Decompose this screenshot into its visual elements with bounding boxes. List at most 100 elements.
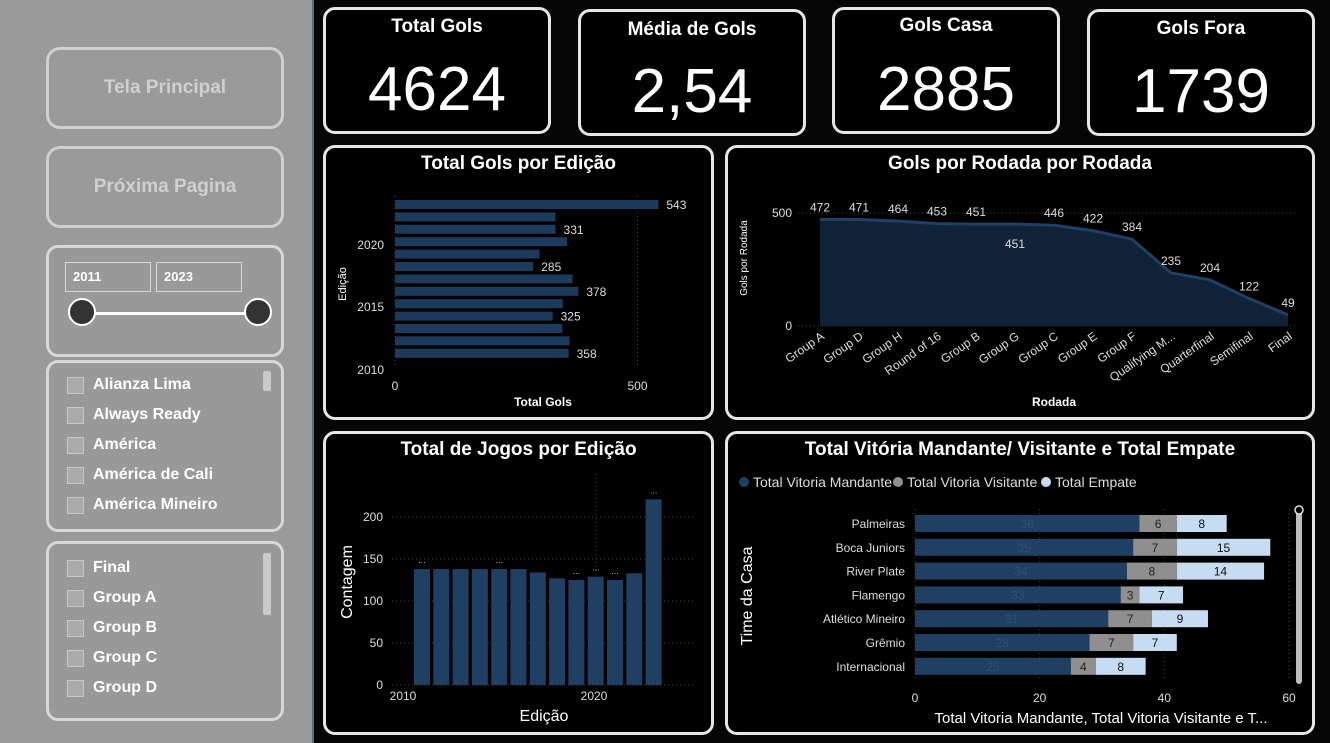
data-label: 25 — [986, 660, 1000, 674]
bar — [395, 200, 659, 209]
bar — [395, 299, 563, 309]
kpi-value: 4624 — [368, 55, 506, 124]
checkbox-icon[interactable] — [67, 589, 84, 607]
data-label: 285 — [541, 260, 561, 274]
data-label: 384 — [1122, 220, 1142, 234]
data-label: 6 — [1155, 517, 1162, 531]
category-label: River Plate — [846, 565, 905, 579]
tick-label: Final — [1265, 329, 1294, 355]
checkbox-icon[interactable] — [67, 496, 84, 514]
data-label: 235 — [1161, 254, 1181, 268]
data-label: 446 — [1044, 206, 1064, 220]
data-label: 7 — [1152, 541, 1159, 555]
tick-label: Group B — [938, 329, 983, 366]
range-end-input[interactable]: 2023 — [156, 262, 242, 292]
data-label: 451 — [1005, 237, 1025, 251]
tick-label: 2020 — [357, 238, 384, 252]
chart-scrollbar[interactable] — [1296, 508, 1302, 684]
legend-label: Total Vitoria Visitante — [907, 474, 1037, 490]
data-label: 31 — [1005, 612, 1019, 626]
round-filter-item[interactable]: Group A — [67, 589, 156, 607]
data-label: 325 — [561, 310, 581, 324]
data-label: ... — [418, 555, 426, 565]
team-filter-item[interactable]: Alianza Lima — [67, 376, 191, 394]
legend-marker-icon — [893, 477, 903, 487]
axis-label: Edição — [337, 267, 349, 301]
data-label: 33 — [1011, 588, 1025, 602]
main-screen-button[interactable]: Tela Principal — [46, 47, 284, 129]
round-filter-label: Group A — [93, 589, 157, 606]
range-start-input[interactable]: 2011 — [65, 262, 151, 292]
chart-gols-por-rodada: Gols por Rodada por Rodada 472 471 464 453 4… — [725, 145, 1315, 420]
kpi-value: 2,54 — [631, 57, 753, 126]
team-filter-label: Always Ready — [93, 406, 201, 423]
team-slicer-scrollbar[interactable] — [263, 371, 271, 391]
checkbox-icon[interactable] — [67, 619, 84, 637]
checkbox-icon[interactable] — [67, 436, 84, 454]
range-slider-end-handle[interactable] — [244, 298, 272, 326]
next-page-button[interactable]: Próxima Pagina — [46, 146, 284, 228]
kpi-title: Média de Gols — [627, 19, 757, 40]
data-label: 4 — [1080, 660, 1087, 674]
data-label: 8 — [1117, 660, 1124, 674]
tick-label: 40 — [1158, 691, 1172, 705]
legend-marker-icon — [1041, 477, 1051, 487]
team-filter-item[interactable]: Always Ready — [67, 406, 201, 424]
data-label: 453 — [927, 205, 947, 219]
checkbox-icon[interactable] — [67, 466, 84, 484]
tick-label: 500 — [772, 206, 792, 220]
bar — [395, 311, 553, 321]
range-slider-start-handle[interactable] — [68, 298, 96, 326]
round-slicer-scrollbar[interactable] — [263, 553, 271, 615]
data-label: 378 — [586, 285, 606, 299]
axis-label: Total Vitoria Mandante, Total Vitoria Vi… — [935, 710, 1268, 727]
round-filter-item[interactable]: Final — [67, 559, 130, 577]
kpi-title: Total Gols — [391, 16, 483, 37]
bar — [395, 224, 556, 234]
chart-vitorias-empates: Total Vitória Mandante/ Visitante e Tota… — [725, 431, 1315, 735]
chart-gols-por-edicao: Total Gols por Edição 543 331 285 378 325 358… — [323, 145, 714, 420]
data-label: 15 — [1217, 541, 1231, 555]
kpi-title: Gols Fora — [1156, 18, 1246, 39]
bar — [529, 572, 546, 685]
data-label: ... — [495, 555, 503, 565]
bar — [395, 336, 570, 346]
round-filter-item[interactable]: Group C — [67, 649, 157, 667]
checkbox-icon[interactable] — [67, 649, 84, 667]
data-label: 331 — [564, 223, 584, 237]
team-filter-item[interactable]: América Mineiro — [67, 496, 217, 514]
checkbox-icon[interactable] — [67, 376, 84, 394]
tick-label: 0 — [785, 319, 792, 333]
bar — [549, 578, 566, 685]
round-filter-item[interactable]: Group D — [67, 679, 157, 697]
bar — [395, 237, 568, 247]
data-label: 9 — [1177, 612, 1184, 626]
data-label: 204 — [1200, 261, 1220, 275]
tick-label: Group G — [976, 329, 1022, 367]
category-label: Palmeiras — [852, 517, 905, 531]
range-slider-track[interactable] — [83, 312, 259, 315]
checkbox-icon[interactable] — [67, 559, 84, 577]
bar — [395, 249, 540, 259]
team-filter-item[interactable]: América de Cali — [67, 466, 213, 484]
team-filter-item[interactable]: América — [67, 436, 156, 454]
tick-label: 100 — [363, 594, 383, 608]
kpi-total-gols: Total Gols 4624 — [323, 7, 551, 134]
bar — [433, 569, 450, 685]
tick-label: Group E — [1055, 329, 1100, 366]
bar — [626, 573, 643, 685]
scroll-handle-icon[interactable] — [1294, 505, 1304, 515]
bar — [491, 569, 508, 685]
kpi-value: 1739 — [1132, 57, 1270, 126]
data-label: 471 — [849, 201, 869, 215]
checkbox-icon[interactable] — [67, 406, 84, 424]
axis-label: Total Gols — [514, 395, 572, 409]
bar — [395, 286, 579, 296]
tick-label: 500 — [627, 379, 647, 393]
checkbox-icon[interactable] — [67, 679, 84, 697]
round-filter-item[interactable]: Group B — [67, 619, 157, 637]
chart-jogos-por-edicao: Total de Jogos por Edição 0 50 100 150 200..… — [323, 431, 714, 735]
data-label: ... — [592, 563, 600, 573]
chart-gols-por-rodada-svg: 472 471 464 453 451 451 446 422 384 235 204 122 49 Gr… — [739, 200, 1298, 409]
tick-label: Semifinal — [1207, 329, 1255, 369]
